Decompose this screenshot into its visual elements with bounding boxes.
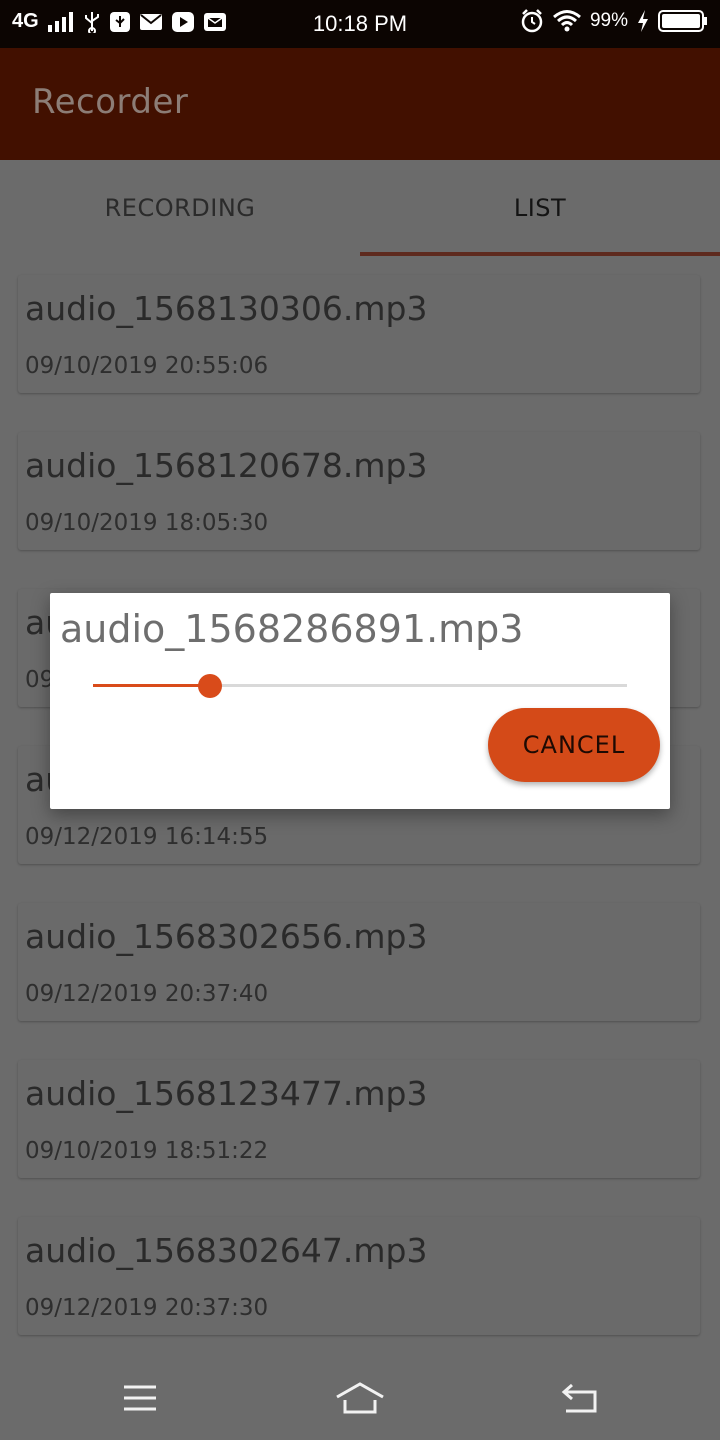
recording-name: audio_1568302656.mp3 — [25, 917, 428, 956]
cancel-button[interactable]: CANCEL — [488, 708, 660, 782]
recording-date: 09/12/2019 20:37:30 — [25, 1295, 269, 1321]
recording-date: 09/12/2019 16:14:55 — [25, 824, 269, 850]
recording-name: audio_1568130306.mp3 — [25, 289, 428, 328]
recording-date: 09/10/2019 20:55:06 — [25, 353, 269, 379]
recording-item[interactable]: audio_1568123477.mp3 09/10/2019 18:51:22 — [18, 1060, 700, 1178]
recording-item[interactable]: audio_1568120678.mp3 09/10/2019 18:05:30 — [18, 432, 700, 550]
recording-date: 09/10/2019 18:51:22 — [25, 1138, 269, 1164]
tab-list[interactable]: LIST — [360, 160, 720, 256]
tab-recording[interactable]: RECORDING — [0, 160, 360, 256]
playback-dialog: audio_1568286891.mp3 CANCEL — [50, 593, 670, 809]
recording-date: 09/12/2019 20:37:40 — [25, 981, 269, 1007]
recording-item[interactable]: audio_1568302647.mp3 09/12/2019 20:37:30 — [18, 1217, 700, 1335]
dialog-title: audio_1568286891.mp3 — [60, 607, 524, 651]
seek-thumb[interactable] — [198, 674, 223, 698]
seek-progress — [93, 684, 211, 687]
seek-bar[interactable] — [93, 674, 627, 698]
status-right: 99% — [520, 9, 708, 33]
charging-icon — [636, 9, 650, 33]
navigation-bar — [0, 1356, 720, 1440]
battery-percent: 99% — [589, 10, 628, 31]
battery-icon — [658, 9, 708, 33]
recording-item[interactable]: audio_1568130306.mp3 09/10/2019 20:55:06 — [18, 275, 700, 393]
alarm-icon — [520, 9, 544, 33]
recording-name: audio_1568123477.mp3 — [25, 1074, 428, 1113]
recording-name: audio_1568302647.mp3 — [25, 1231, 428, 1270]
home-icon[interactable] — [330, 1378, 390, 1418]
recording-name: audio_1568120678.mp3 — [25, 446, 428, 485]
wifi-icon — [552, 9, 582, 33]
app-bar: Recorder — [0, 48, 720, 160]
recording-item[interactable]: audio_1568302656.mp3 09/12/2019 20:37:40 — [18, 903, 700, 1021]
recording-date: 09/10/2019 18:05:30 — [25, 510, 269, 536]
status-bar: 4G 10:18 PM 99% — [0, 0, 720, 48]
back-icon[interactable] — [550, 1378, 610, 1418]
app-title: Recorder — [32, 82, 189, 122]
tab-bar: RECORDING LIST — [0, 160, 720, 256]
menu-icon[interactable] — [110, 1378, 170, 1418]
